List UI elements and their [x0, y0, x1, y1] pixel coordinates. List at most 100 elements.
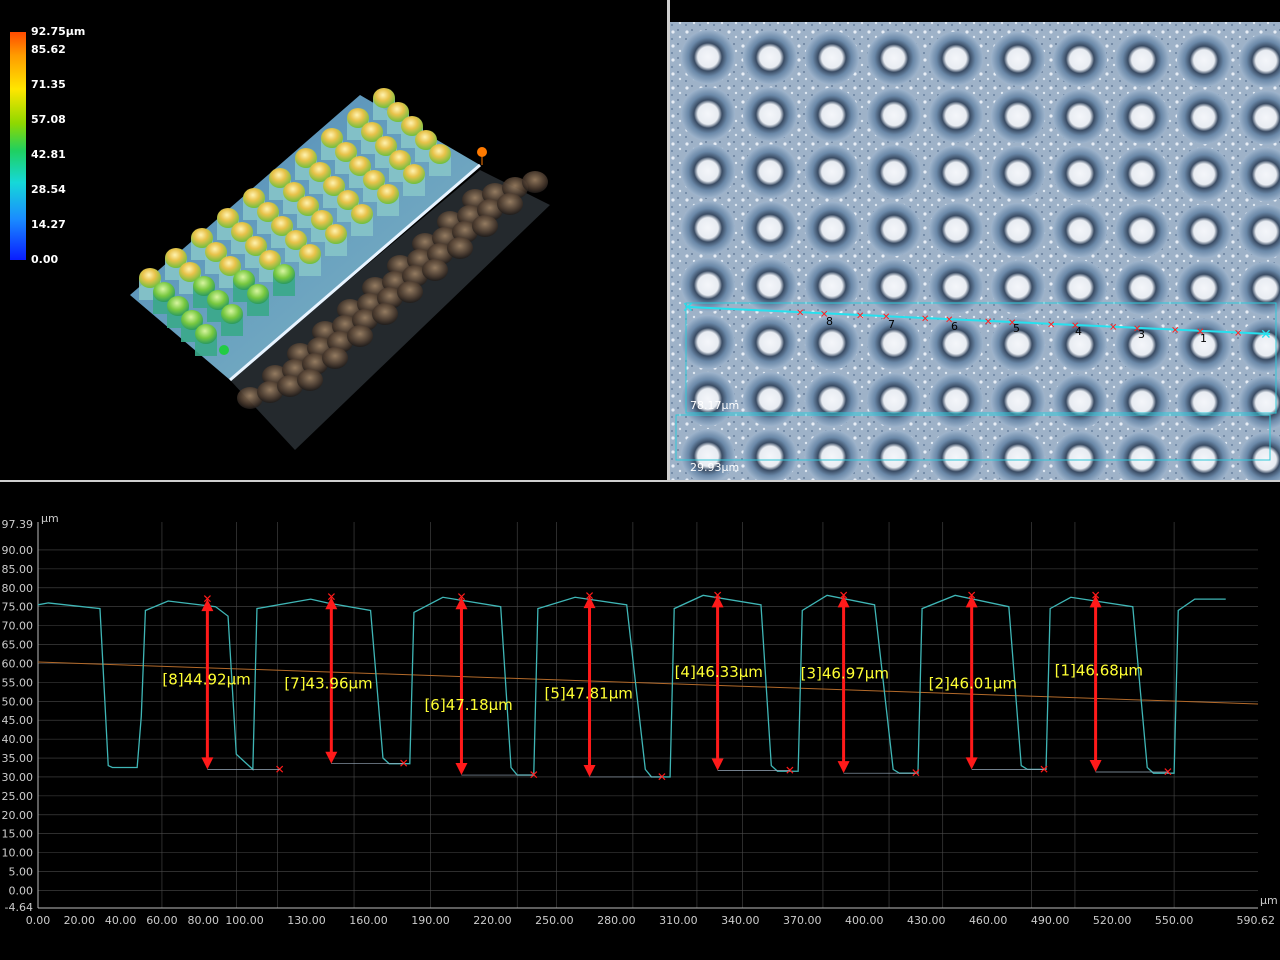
well: [1053, 374, 1107, 429]
point-label: 4: [1075, 325, 1082, 338]
scan-point-marker-icon: ✕: [1047, 320, 1055, 331]
chart-grid: [38, 522, 1258, 908]
well: [1053, 146, 1107, 201]
optical-micrograph[interactable]: 78.17µm 29.93µm ✕ ✕ ✕ ✕ ✕ ✕ ✕ ✕ ✕ ✕ ✕ ✕ ✕ ✕ ✕ ✕ ✕ 8 7 …: [670, 0, 1280, 480]
y-tick-label: 15.00: [2, 828, 34, 841]
well: [1177, 375, 1231, 430]
measurement-label: [3]46.97µm: [801, 664, 889, 682]
well: [929, 31, 983, 86]
pillar: [195, 324, 217, 356]
well: [867, 88, 921, 143]
point-label: 3: [1138, 328, 1145, 341]
y-min-label: -4.64: [5, 901, 33, 914]
roi-dimension-label: 29.93µm: [690, 461, 739, 474]
well: [867, 373, 921, 428]
y-tick-label: 50.00: [2, 695, 34, 708]
cross-section-hole: [497, 193, 523, 215]
well: [743, 87, 797, 142]
well: [681, 87, 735, 141]
profile-chart[interactable]: µm µm 97.39 -4.64 590.62 90.00 85.00 80.00…: [0, 482, 1280, 960]
cross-section-hole: [297, 369, 323, 391]
well: [681, 315, 735, 369]
arrow-head-icon: [201, 757, 214, 770]
well: [805, 144, 859, 199]
x-tick-label: 100.00: [225, 914, 264, 927]
arrow-head-icon: [583, 764, 596, 777]
well: [1115, 203, 1169, 258]
well: [1053, 89, 1107, 144]
scan-point-marker-icon: ✕: [984, 317, 992, 328]
pillar: [403, 164, 425, 196]
well: [1177, 33, 1231, 88]
well: [681, 30, 735, 84]
well: [929, 373, 983, 428]
well: [1177, 90, 1231, 145]
y-tick-label: 0.00: [9, 884, 34, 897]
arrow-head-icon: [1089, 760, 1102, 773]
scan-point-marker-icon: ✕: [1109, 323, 1117, 334]
well: [1115, 89, 1169, 144]
measurement-label: [1]46.68µm: [1055, 662, 1143, 680]
well: [991, 146, 1045, 200]
pillar: [247, 284, 269, 316]
y-max-label: 97.39: [2, 518, 34, 531]
well: [743, 372, 797, 427]
well: [743, 144, 797, 199]
x-tick-label: 250.00: [535, 914, 574, 927]
cross-section-hole: [472, 215, 498, 237]
section-startpoint-marker[interactable]: [219, 345, 229, 355]
scan-line-start-arrow-icon[interactable]: ✕: [682, 300, 694, 316]
height-measurement[interactable]: ✕✕[1]46.68µm: [1055, 588, 1173, 779]
y-tick-label: 40.00: [2, 733, 34, 746]
x-tick-label: 340.00: [721, 914, 760, 927]
scan-line-end-arrow-icon[interactable]: ✕: [1260, 327, 1272, 343]
height-measurement[interactable]: ✕✕[4]46.33µm: [675, 588, 795, 777]
point-label: 7: [888, 318, 895, 331]
well: [1115, 374, 1169, 429]
3d-surface-render[interactable]: [0, 0, 667, 480]
peak-marker-icon: ✕: [456, 590, 466, 604]
well: [743, 201, 797, 256]
arrow-head-icon: [837, 761, 850, 774]
well: [1177, 204, 1231, 259]
cross-section-hole: [397, 281, 423, 303]
well: [681, 201, 735, 255]
x-tick-label: 40.00: [105, 914, 137, 927]
y-tick-labels: 90.00 85.00 80.00 75.00 70.00 65.00 60.00 55.00…: [2, 544, 34, 897]
y-tick-label: 35.00: [2, 752, 34, 765]
y-tick-label: 75.00: [2, 601, 34, 614]
x-tick-label: 310.00: [659, 914, 698, 927]
x-tick-label: 60.00: [146, 914, 178, 927]
point-label: 6: [951, 320, 958, 333]
y-tick-label: 90.00: [2, 544, 34, 557]
well: [929, 202, 983, 257]
height-measurement[interactable]: ✕✕[7]43.96µm: [284, 590, 408, 770]
height-measurement[interactable]: ✕✕[3]46.97µm: [801, 588, 921, 780]
arrow-head-icon: [325, 751, 338, 764]
peak-marker-icon: ✕: [326, 590, 336, 604]
height-measurement[interactable]: ✕✕[5]47.81µm: [545, 589, 667, 784]
height-measurement[interactable]: ✕✕[6]47.18µm: [424, 590, 538, 782]
cross-section-hole: [372, 303, 398, 325]
height-measurements[interactable]: ✕ ✕ [8]44.92µm ✕ ✕ [7]43.96µm ✕ ✕ [6]47.18µm ✕ ✕ [5…: [162, 588, 1173, 784]
x-tick-label: 0.00: [26, 914, 51, 927]
point-label: 5: [1013, 322, 1020, 335]
profile-chart-panel[interactable]: µm µm 97.39 -4.64 590.62 90.00 85.00 80.00…: [0, 482, 1280, 960]
x-tick-label: 130.00: [287, 914, 326, 927]
well: [991, 260, 1045, 314]
pillar: [351, 204, 373, 236]
cross-section-hole: [347, 325, 373, 347]
scan-point-marker-icon: ✕: [856, 311, 864, 322]
well: [929, 145, 983, 200]
peak-marker-icon: ✕: [713, 588, 723, 602]
well: [743, 258, 797, 313]
x-tick-label: 20.00: [64, 914, 96, 927]
well: [991, 203, 1045, 257]
optical-image-panel[interactable]: 78.17µm 29.93µm ✕ ✕ ✕ ✕ ✕ ✕ ✕ ✕ ✕ ✕ ✕ ✕ ✕ ✕ ✕ ✕ ✕ 8 7 …: [670, 0, 1280, 480]
measurement-label: [5]47.81µm: [545, 685, 633, 703]
height-measurement[interactable]: ✕✕[8]44.92µm: [162, 592, 284, 776]
x-tick-label: 80.00: [188, 914, 220, 927]
cross-section-hole: [522, 171, 548, 193]
well: [1177, 147, 1231, 202]
3d-view-panel[interactable]: 92.75µm 85.62 71.35 57.08 42.81 28.54 14…: [0, 0, 667, 480]
